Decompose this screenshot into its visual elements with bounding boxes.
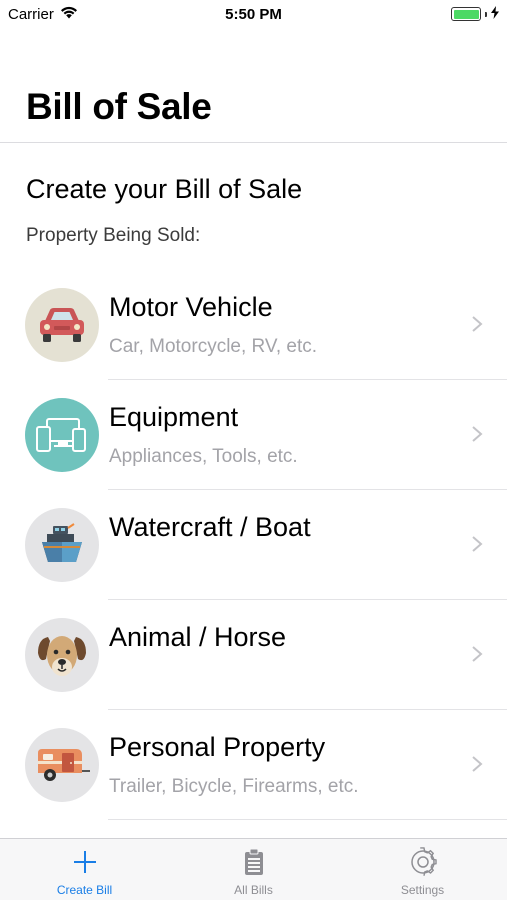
page-title: Bill of Sale — [26, 86, 212, 127]
battery-cap — [485, 11, 487, 17]
list-item-title: Personal Property — [109, 732, 326, 762]
tab-label: Settings — [400, 883, 445, 897]
status-left: Carrier — [8, 6, 78, 23]
list-item-title: Animal / Horse — [109, 622, 287, 652]
battery-icon — [451, 7, 481, 21]
gear-icon — [406, 847, 440, 877]
list-item-subtitle: Car, Motorcycle, RV, etc. — [109, 336, 318, 357]
clipboard-icon — [237, 847, 271, 877]
chevron-right-icon — [472, 426, 483, 442]
property-type-list: Motor Vehicle Car, Motorcycle, RV, etc. … — [0, 270, 507, 820]
list-item-watercraft[interactable]: Watercraft / Boat — [0, 490, 507, 600]
list-item-subtitle: Appliances, Tools, etc. — [109, 446, 298, 467]
tab-settings[interactable]: Settings — [338, 839, 507, 900]
list-item-title: Motor Vehicle — [109, 292, 273, 322]
list-item-subtitle: Trailer, Bicycle, Firearms, etc. — [109, 776, 359, 797]
dog-icon — [25, 618, 99, 692]
list-item-animal[interactable]: Animal / Horse — [0, 600, 507, 710]
tab-label: Create Bill — [56, 883, 113, 897]
list-item-motor-vehicle[interactable]: Motor Vehicle Car, Motorcycle, RV, etc. — [0, 270, 507, 380]
section-subheading: Property Being Sold: — [26, 225, 201, 246]
devices-icon — [25, 398, 99, 472]
list-item-title: Watercraft / Boat — [109, 512, 311, 542]
tab-bar: Create Bill All Bills Settings — [0, 838, 507, 900]
status-right — [451, 5, 499, 23]
boat-icon — [25, 508, 99, 582]
charging-icon — [491, 5, 499, 23]
nav-divider — [0, 142, 507, 143]
list-item-personal-property[interactable]: Personal Property Trailer, Bicycle, Fire… — [0, 710, 507, 820]
plus-icon — [68, 847, 102, 877]
list-item-title: Equipment — [109, 402, 239, 432]
tab-create-bill[interactable]: Create Bill — [0, 839, 169, 900]
tab-all-bills[interactable]: All Bills — [169, 839, 338, 900]
chevron-right-icon — [472, 316, 483, 332]
section-heading: Create your Bill of Sale — [26, 174, 303, 204]
status-bar: Carrier 5:50 PM — [0, 0, 507, 28]
wifi-icon — [60, 6, 78, 23]
tab-label: All Bills — [234, 883, 273, 897]
car-icon — [25, 288, 99, 362]
chevron-right-icon — [472, 646, 483, 662]
list-item-equipment[interactable]: Equipment Appliances, Tools, etc. — [0, 380, 507, 490]
chevron-right-icon — [472, 756, 483, 772]
chevron-right-icon — [472, 536, 483, 552]
carrier-label: Carrier — [8, 5, 54, 23]
trailer-icon — [25, 728, 99, 802]
